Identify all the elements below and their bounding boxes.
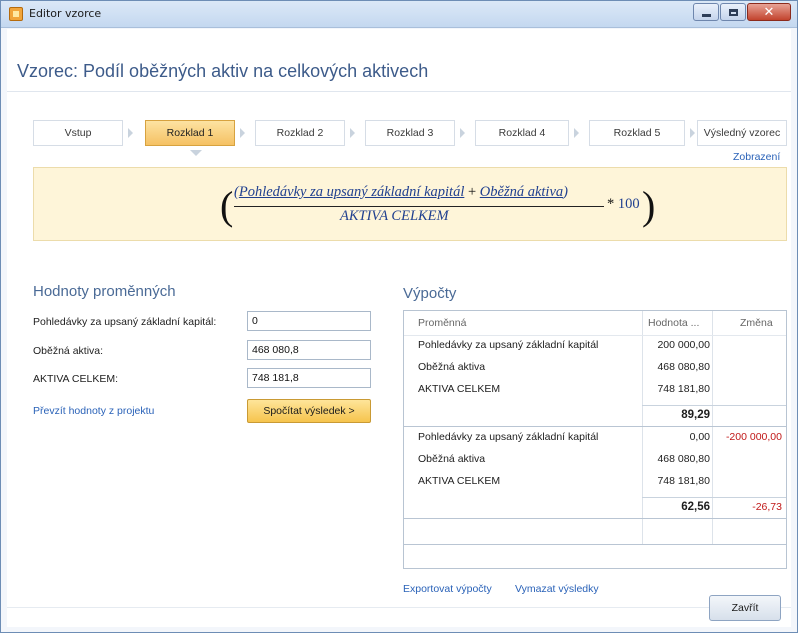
footer-divider xyxy=(7,607,791,608)
result-divider xyxy=(642,405,786,406)
calculations-table: Proměnná Hodnota ... Změna Pohledávky za… xyxy=(403,310,787,569)
plus-operator: + xyxy=(467,184,477,200)
close-icon: ✕ xyxy=(763,4,775,20)
table-cell: 468 080,80 xyxy=(657,453,710,465)
step-label: Výsledný vzorec xyxy=(703,127,781,139)
view-link[interactable]: Zobrazení xyxy=(733,151,780,163)
result-value: 62,56 xyxy=(681,501,710,513)
group-divider xyxy=(404,518,786,519)
table-cell: 748 181,80 xyxy=(657,383,710,395)
step-label: Vstup xyxy=(64,127,92,139)
calculate-button[interactable]: Spočítat výsledek > xyxy=(247,399,371,423)
step-vstup[interactable]: Vstup xyxy=(33,120,123,146)
step-label: Rozklad 4 xyxy=(498,127,546,139)
numerator-term-a: Pohledávky za upsaný základní kapitál xyxy=(238,184,465,200)
step-rozklad-3[interactable]: Rozklad 3 xyxy=(365,120,455,146)
formula-multiplier: * 100 xyxy=(607,196,640,213)
table-cell: Oběžná aktiva xyxy=(418,361,486,373)
numerator-close-paren: ) xyxy=(563,184,568,200)
step-bar: Vstup Rozklad 1 Rozklad 2 Rozklad 3 Rozk… xyxy=(33,120,787,146)
header-divider xyxy=(404,335,786,336)
export-link[interactable]: Exportovat výpočty xyxy=(403,583,492,595)
close-button[interactable]: Zavřít xyxy=(709,595,781,621)
table-cell: AKTIVA CELKEM xyxy=(418,383,501,395)
minimize-icon xyxy=(701,13,711,17)
result-divider xyxy=(642,497,786,498)
formula-panel: ( (Pohledávky za upsaný základní kapitál… xyxy=(33,167,787,241)
step-rozklad-1[interactable]: Rozklad 1 xyxy=(145,120,235,146)
step-arrow-icon xyxy=(240,128,245,138)
table-cell: Pohledávky za upsaný základní kapitál xyxy=(418,339,599,351)
calculations-title: Výpočty xyxy=(403,285,457,302)
numerator-term-b: Oběžná aktiva xyxy=(479,184,564,200)
window-title: Editor vzorce xyxy=(29,7,102,20)
step-label: Rozklad 3 xyxy=(386,127,434,139)
clear-results-link[interactable]: Vymazat výsledky xyxy=(515,583,599,595)
active-step-indicator-icon xyxy=(190,150,202,156)
table-cell: AKTIVA CELKEM xyxy=(418,475,501,487)
table-cell: Oběžná aktiva xyxy=(418,453,486,465)
formula-denominator: AKTIVA CELKEM xyxy=(340,208,449,224)
step-arrow-icon xyxy=(460,128,465,138)
variables-title: Hodnoty proměnných xyxy=(33,283,176,300)
step-label: Rozklad 2 xyxy=(276,127,324,139)
result-value: 89,29 xyxy=(681,409,710,421)
editor-window: Editor vzorce ✕ Vzorec: Podíl oběžných a… xyxy=(0,0,798,633)
step-rozklad-4[interactable]: Rozklad 4 xyxy=(475,120,569,146)
formula-open-paren: ( xyxy=(220,183,234,228)
step-arrow-icon xyxy=(128,128,133,138)
table-cell: 200 000,00 xyxy=(657,339,710,351)
step-vysledny-vzorec[interactable]: Výsledný vzorec xyxy=(697,120,787,146)
group-divider xyxy=(404,426,786,427)
result-change: -26,73 xyxy=(752,501,782,513)
step-arrow-icon xyxy=(574,128,579,138)
dialog-content: Vzorec: Podíl oběžných aktiv na celkovýc… xyxy=(7,29,791,627)
page-title: Vzorec: Podíl oběžných aktiv na celkovýc… xyxy=(17,61,429,81)
column-header[interactable]: Hodnota ... xyxy=(648,317,699,329)
formula-numerator: (Pohledávky za upsaný základní kapitál +… xyxy=(234,184,568,201)
table-cell: 468 080,80 xyxy=(657,361,710,373)
variable-label: AKTIVA CELKEM: xyxy=(33,373,118,385)
column-header[interactable]: Proměnná xyxy=(418,317,466,329)
multiply-operator: * xyxy=(607,196,615,212)
multiplier-value: 100 xyxy=(617,196,640,212)
column-header[interactable]: Změna xyxy=(740,317,773,329)
obezna-aktiva-input[interactable]: 468 080,8 xyxy=(247,340,371,360)
step-rozklad-5[interactable]: Rozklad 5 xyxy=(589,120,685,146)
column-divider xyxy=(712,311,713,544)
aktiva-celkem-input[interactable]: 748 181,8 xyxy=(247,368,371,388)
step-rozklad-2[interactable]: Rozklad 2 xyxy=(255,120,345,146)
column-divider xyxy=(642,311,643,544)
table-cell: 0,00 xyxy=(689,431,710,443)
import-values-link[interactable]: Převzít hodnoty z projektu xyxy=(33,405,154,417)
maximize-button[interactable] xyxy=(720,3,746,21)
variable-label: Pohledávky za upsaný základní kapitál: xyxy=(33,316,217,328)
app-icon xyxy=(9,7,23,21)
table-cell: 748 181,80 xyxy=(657,475,710,487)
minimize-button[interactable] xyxy=(693,3,719,21)
change-cell: -200 000,00 xyxy=(725,431,782,443)
table-bottom-divider xyxy=(404,544,786,545)
step-arrow-icon xyxy=(690,128,695,138)
formula-close-paren: ) xyxy=(642,183,656,228)
table-cell: Pohledávky za upsaný základní kapitál xyxy=(418,431,599,443)
pohledavky-input[interactable]: 0 xyxy=(247,311,371,331)
header-divider xyxy=(7,91,791,92)
fraction-bar xyxy=(234,206,604,207)
step-arrow-icon xyxy=(350,128,355,138)
maximize-icon xyxy=(728,8,738,16)
title-bar[interactable]: Editor vzorce ✕ xyxy=(1,1,797,28)
step-label: Rozklad 1 xyxy=(166,127,214,139)
variable-label: Oběžná aktiva: xyxy=(33,345,104,357)
step-label: Rozklad 5 xyxy=(613,127,661,139)
close-window-button[interactable]: ✕ xyxy=(747,3,791,21)
